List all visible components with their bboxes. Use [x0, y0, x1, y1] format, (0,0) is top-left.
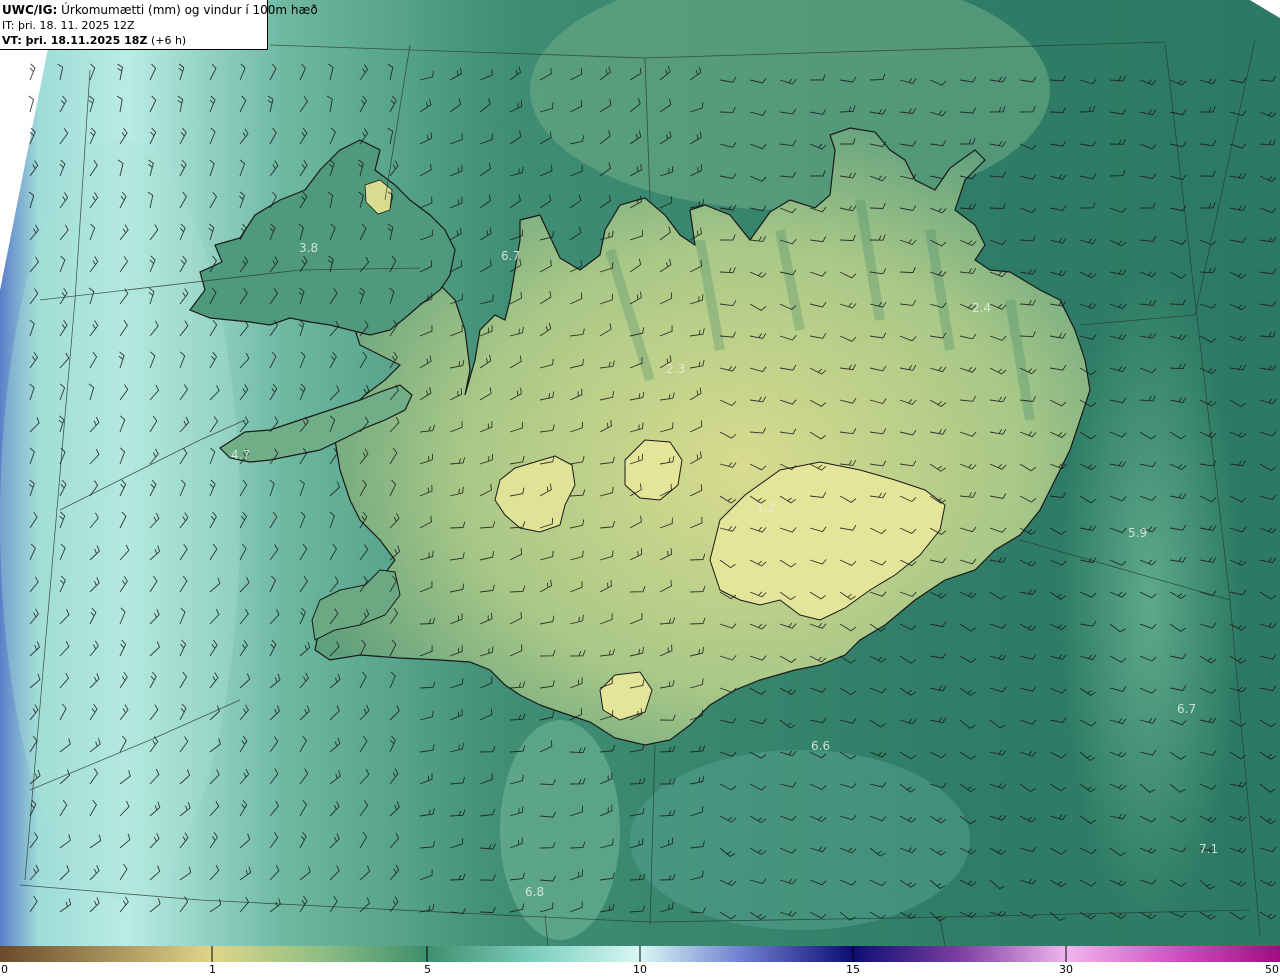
- value-3-8: 3.8: [299, 241, 319, 255]
- colorbar-tick-10: 10: [633, 963, 647, 976]
- colorbar-tick-5: 5: [424, 963, 431, 976]
- value-7-1: 7.1: [1199, 842, 1219, 856]
- value-5-9: 5.9: [1128, 526, 1148, 540]
- value-6-7-north: 6.7: [501, 249, 521, 263]
- value-2-3: 2.3: [666, 362, 686, 376]
- colorbar-tick-0: 0: [1, 963, 8, 976]
- init-time: IT: þri. 18. 11. 2025 12Z: [2, 19, 135, 32]
- colorbar-tick-30: 30: [1059, 963, 1073, 976]
- valid-time-label: VT: þri. 18.11.2025 18Z: [2, 34, 148, 47]
- colorbar-tick-15: 15: [846, 963, 860, 976]
- value-6-8: 6.8: [525, 885, 545, 899]
- weather-map: UWC/IG: Úrkomumætti (mm) og vindur í 100…: [0, 0, 1280, 978]
- value-4-7: 4.7: [231, 448, 251, 462]
- title-text: Úrkomumætti (mm) og vindur í 100m hæð: [61, 3, 318, 17]
- title-code: UWC/IG:: [2, 3, 58, 17]
- map-canvas: [0, 0, 1280, 962]
- value-6-6: 6.6: [811, 739, 831, 753]
- value-6-7-east: 6.7: [1177, 702, 1197, 716]
- valid-time-offset: (+6 h): [150, 34, 187, 47]
- map-header: UWC/IG: Úrkomumætti (mm) og vindur í 100…: [0, 0, 318, 50]
- colorbar-tick-1: 1: [209, 963, 216, 976]
- colorbar-tick-50: 50: [1265, 963, 1279, 976]
- valid-time: VT: þri. 18.11.2025 18Z (+6 h): [2, 33, 267, 48]
- value-1-2: 1.2: [756, 501, 776, 515]
- map-title: UWC/IG: Úrkomumætti (mm) og vindur í 100…: [2, 3, 318, 18]
- value-2-4: 2.4: [972, 301, 992, 315]
